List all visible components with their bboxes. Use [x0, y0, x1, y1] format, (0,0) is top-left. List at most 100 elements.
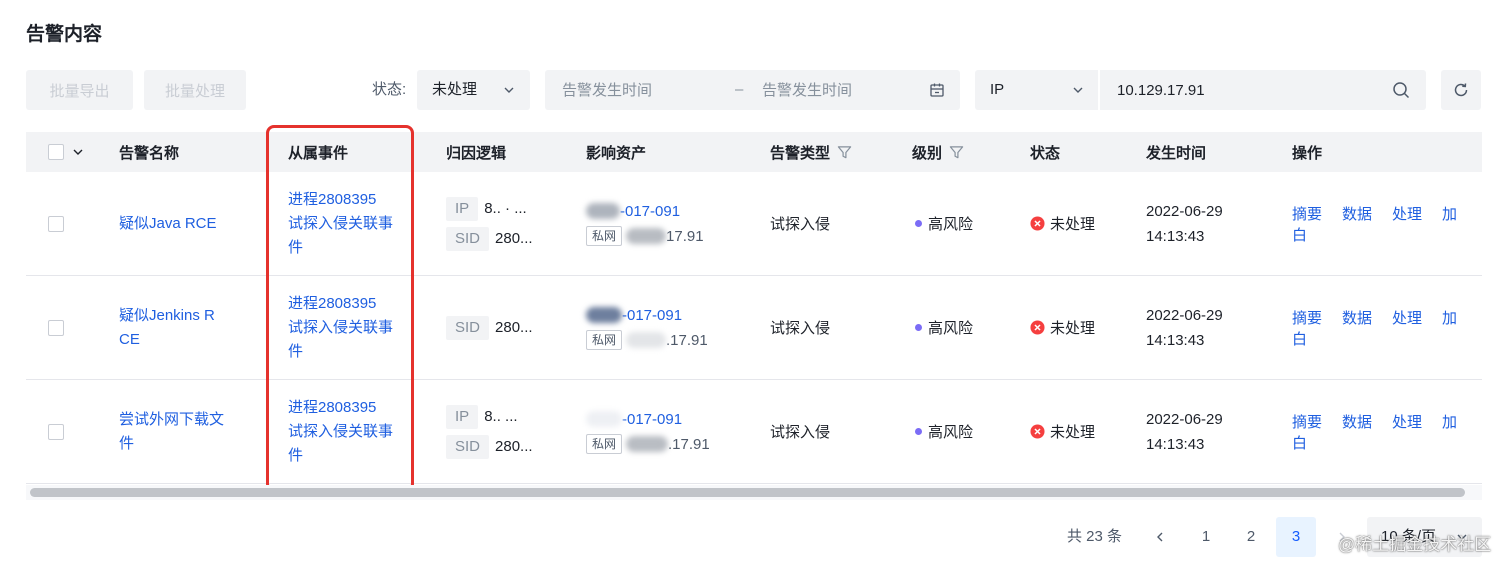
status-filter-value: 未处理 [432, 81, 478, 98]
page-button-3[interactable]: 3 [1276, 517, 1316, 557]
calendar-icon[interactable] [929, 82, 945, 98]
search-input[interactable] [1117, 70, 1377, 110]
status-filter-select[interactable]: 未处理 [417, 70, 530, 110]
date-range-picker[interactable]: – [545, 70, 960, 110]
attribution-value: 8.. ... [484, 408, 518, 425]
alert-time: 14:13:43 [1146, 227, 1205, 245]
column-header-level: 级别 [912, 144, 943, 162]
table-row: 尝试外网下载文件 进程2808395 试探入侵关联事件 IP 8.. ... SID… [26, 380, 1482, 484]
network-tag: 私网 [586, 434, 623, 454]
refresh-icon [1454, 83, 1468, 97]
refresh-button[interactable] [1441, 70, 1481, 110]
redaction-blur [586, 307, 622, 323]
filter-icon[interactable] [949, 145, 964, 160]
alert-type: 试探入侵 [770, 424, 831, 441]
alert-table: 告警名称 从属事件 归因逻辑 影响资产 告警类型 级别 状态 发生时间 操作 疑… [26, 132, 1482, 484]
alert-type: 试探入侵 [770, 216, 831, 233]
asset-host: -017-091 [620, 202, 681, 220]
data-action-link[interactable]: 数据 [1342, 310, 1372, 327]
process-action-link[interactable]: 处理 [1392, 414, 1422, 431]
date-end-input[interactable] [762, 70, 922, 110]
process-action-link[interactable]: 处理 [1392, 206, 1422, 223]
asset-host-link[interactable]: -017-091 [586, 303, 682, 328]
error-circle-icon [1030, 424, 1045, 439]
search-field-select[interactable]: IP [975, 70, 1098, 110]
alert-time: 14:13:43 [1146, 435, 1205, 453]
summary-action-link[interactable]: 摘要 [1292, 310, 1322, 327]
page-button-2[interactable]: 2 [1231, 517, 1271, 557]
chevron-down-icon[interactable] [72, 146, 84, 158]
alert-date: 2022-06-29 [1146, 202, 1223, 220]
attribution-value: 280... [495, 230, 533, 247]
attribution-item: SID 280... [446, 226, 566, 251]
event-id: 进程2808395 [288, 294, 377, 312]
select-all-checkbox[interactable] [48, 144, 64, 160]
row-checkbox[interactable] [48, 423, 64, 440]
attribution-tag: SID [446, 434, 490, 459]
alert-status: 未处理 [1050, 216, 1096, 233]
chevron-right-icon [1339, 532, 1345, 542]
search-box [1100, 70, 1426, 110]
search-icon[interactable] [1392, 81, 1410, 99]
column-header-event: 从属事件 [288, 144, 349, 162]
attribution-item: SID 280... [446, 434, 566, 459]
event-name: 试探入侵关联事件 [288, 318, 394, 360]
column-header-time: 发生时间 [1146, 144, 1207, 162]
column-header-level-cell: 级别 [892, 142, 1010, 163]
chevron-down-icon [504, 87, 514, 93]
date-start-input[interactable] [562, 70, 722, 110]
horizontal-scrollbar-thumb[interactable] [30, 488, 1465, 497]
alert-name-link[interactable]: 尝试外网下载文件 [119, 408, 225, 456]
redaction-blur [626, 228, 667, 244]
asset-host: -017-091 [622, 306, 683, 324]
data-action-link[interactable]: 数据 [1342, 414, 1372, 431]
filter-icon[interactable] [837, 145, 852, 160]
date-range-separator: – [735, 81, 744, 98]
column-header-asset: 影响资产 [586, 144, 647, 162]
page-size-select[interactable]: 10 条/页 [1367, 517, 1482, 557]
event-link[interactable]: 进程2808395 试探入侵关联事件 [288, 292, 394, 364]
asset-host-link[interactable]: -017-091 [586, 199, 680, 224]
prev-page-button[interactable] [1148, 517, 1172, 557]
event-name: 试探入侵关联事件 [288, 214, 394, 256]
column-header-type-cell: 告警类型 [750, 142, 892, 163]
summary-action-link[interactable]: 摘要 [1292, 206, 1322, 223]
column-header-name: 告警名称 [119, 144, 180, 162]
event-link[interactable]: 进程2808395 试探入侵关联事件 [288, 188, 394, 260]
batch-export-button[interactable]: 批量导出 [26, 70, 133, 110]
attribution-tag: IP [446, 404, 479, 429]
select-all-cell [26, 144, 100, 160]
row-checkbox[interactable] [48, 215, 64, 232]
asset-ip: .17.91 [666, 331, 708, 349]
row-checkbox[interactable] [48, 319, 64, 336]
chevron-down-icon [1073, 87, 1083, 93]
table-row: 疑似Java RCE 进程2808395 试探入侵关联事件 IP 8.. · ...… [26, 172, 1482, 276]
asset-host-link[interactable]: -017-091 [586, 407, 682, 432]
alert-type: 试探入侵 [770, 320, 831, 337]
summary-action-link[interactable]: 摘要 [1292, 414, 1322, 431]
alert-status: 未处理 [1050, 424, 1096, 441]
network-tag: 私网 [586, 226, 623, 246]
page-size-value: 10 条/页 [1381, 528, 1437, 545]
event-link[interactable]: 进程2808395 试探入侵关联事件 [288, 396, 394, 468]
data-action-link[interactable]: 数据 [1342, 206, 1372, 223]
alert-level: 高风险 [928, 320, 974, 337]
alert-date: 2022-06-29 [1146, 410, 1223, 428]
batch-process-button[interactable]: 批量处理 [144, 70, 246, 110]
column-header-attribution: 归因逻辑 [446, 144, 507, 162]
page-button-1[interactable]: 1 [1186, 517, 1226, 557]
attribution-item: IP 8.. · ... [446, 196, 566, 221]
asset-ip: 17.91 [666, 227, 704, 245]
network-tag: 私网 [586, 330, 623, 350]
level-dot [915, 428, 922, 435]
alert-name-link[interactable]: 疑似Jenkins RCE [119, 304, 225, 352]
attribution-value: 280... [495, 319, 533, 336]
chevron-left-icon [1157, 532, 1163, 542]
next-page-button[interactable] [1330, 517, 1354, 557]
alert-time: 14:13:43 [1146, 331, 1205, 349]
alert-name-link[interactable]: 疑似Java RCE [119, 212, 225, 236]
event-id: 进程2808395 [288, 398, 377, 416]
attribution-tag: SID [446, 226, 490, 251]
process-action-link[interactable]: 处理 [1392, 310, 1422, 327]
event-id: 进程2808395 [288, 190, 377, 208]
